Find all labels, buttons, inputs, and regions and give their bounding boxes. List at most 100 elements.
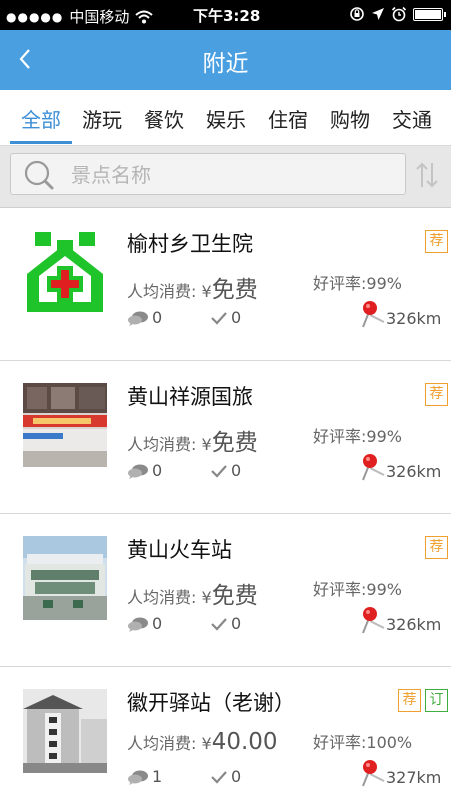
map-pin-icon: [362, 301, 385, 328]
comment-count-value: 0: [152, 308, 163, 327]
tab-play[interactable]: 游玩: [72, 104, 132, 133]
booking-badge: 订: [425, 689, 448, 712]
station-photo: [23, 536, 107, 620]
search-icon: [24, 160, 54, 190]
carrier-label: 中国移动: [69, 8, 130, 26]
location-arrow-icon: [372, 8, 384, 20]
signal-strength-icon: ●●●●●: [6, 9, 64, 24]
wifi-icon: [135, 10, 154, 23]
distance-value: 326km: [386, 615, 442, 634]
tab-lodging[interactable]: 住宿: [258, 104, 318, 133]
checkmark-icon: [211, 617, 227, 631]
currency-symbol: ¥: [201, 734, 212, 753]
price-value: 免费: [211, 583, 258, 609]
distance: 326km: [360, 300, 441, 328]
comment-icon: [128, 464, 148, 479]
price-label: 人均消费:: [127, 435, 197, 454]
distance: 326km: [360, 453, 441, 481]
like-count-value: 0: [231, 614, 242, 633]
alarm-icon: [391, 6, 407, 22]
navigation-bar: 附近: [0, 30, 451, 90]
nearby-list: 榆村乡卫生院 人均消费: ¥免费 好评率:99% 0 0 326km 荐 黄山祥…: [0, 208, 451, 800]
price-label: 人均消费:: [127, 282, 197, 301]
list-item[interactable]: 徽开驿站（老谢） 人均消费: ¥40.00 好评率:100% 1 0 327km…: [0, 667, 451, 800]
recommend-badge: 荐: [398, 689, 421, 712]
avg-price: 人均消费: ¥免费: [127, 576, 258, 610]
list-item[interactable]: 榆村乡卫生院 人均消费: ¥免费 好评率:99% 0 0 326km 荐: [0, 208, 451, 361]
badge-group: 荐: [425, 383, 448, 406]
item-name: 黄山祥源国旅: [127, 385, 253, 409]
recommend-badge: 荐: [425, 536, 448, 559]
map-pin-icon: [362, 454, 385, 481]
rating: 好评率:99%: [313, 427, 402, 446]
recommend-badge: 荐: [425, 383, 448, 406]
tab-entertainment[interactable]: 娱乐: [196, 104, 256, 133]
comment-count[interactable]: 0: [127, 308, 162, 327]
price-value: 免费: [211, 430, 258, 456]
recommend-badge: 荐: [425, 230, 448, 253]
checkmark-icon: [211, 464, 227, 478]
bus-photo: [23, 383, 107, 467]
category-tabs: 全部 游玩 餐饮 娱乐 住宿 购物 交通: [0, 90, 451, 146]
like-count-value: 0: [231, 767, 242, 786]
like-count-value: 0: [231, 461, 242, 480]
rating: 好评率:100%: [313, 733, 413, 752]
distance-value: 326km: [386, 462, 442, 481]
comment-count[interactable]: 1: [127, 767, 162, 786]
search-bar: [0, 146, 451, 208]
search-box[interactable]: [10, 153, 406, 195]
price-label: 人均消费:: [127, 588, 197, 607]
battery-icon: [413, 7, 446, 21]
tab-dining[interactable]: 餐饮: [134, 104, 194, 133]
sort-icon[interactable]: [414, 160, 440, 190]
price-label: 人均消费:: [127, 734, 197, 753]
rotation-lock-icon: [350, 7, 364, 21]
checkmark-icon: [211, 311, 227, 325]
comment-icon: [128, 617, 148, 632]
tab-all[interactable]: 全部: [11, 104, 71, 133]
like-count[interactable]: 0: [210, 767, 241, 786]
map-pin-icon: [362, 760, 385, 787]
hospital-logo: [23, 230, 107, 314]
comment-icon: [128, 770, 148, 785]
item-name: 榆村乡卫生院: [127, 232, 253, 256]
page-title: 附近: [202, 51, 249, 77]
price-value: 40.00: [211, 729, 278, 755]
like-count[interactable]: 0: [210, 461, 241, 480]
currency-symbol: ¥: [201, 588, 212, 607]
active-tab-indicator: [10, 141, 72, 144]
comment-count-value: 0: [152, 614, 163, 633]
rating: 好评率:99%: [313, 580, 402, 599]
item-name: 徽开驿站（老谢）: [127, 691, 295, 715]
avg-price: 人均消费: ¥免费: [127, 423, 258, 457]
distance-value: 326km: [386, 309, 442, 328]
checkmark-icon: [211, 770, 227, 784]
avg-price: 人均消费: ¥免费: [127, 270, 258, 304]
comment-count[interactable]: 0: [127, 461, 162, 480]
comment-count[interactable]: 0: [127, 614, 162, 633]
status-bar: ●●●●● 中国移动 下午3:28: [0, 0, 451, 30]
list-item[interactable]: 黄山祥源国旅 人均消费: ¥免费 好评率:99% 0 0 326km 荐: [0, 361, 451, 514]
map-pin-icon: [362, 607, 385, 634]
like-count-value: 0: [231, 308, 242, 327]
badge-group: 荐: [425, 536, 448, 559]
list-item[interactable]: 黄山火车站 人均消费: ¥免费 好评率:99% 0 0 326km 荐: [0, 514, 451, 667]
status-time: 下午3:28: [193, 7, 261, 25]
like-count[interactable]: 0: [210, 614, 241, 633]
tab-shopping[interactable]: 购物: [320, 104, 380, 133]
badge-group: 荐: [425, 230, 448, 253]
tab-transport[interactable]: 交通: [382, 104, 442, 133]
search-input[interactable]: [71, 160, 391, 190]
rating: 好评率:99%: [313, 274, 402, 293]
comment-icon: [128, 311, 148, 326]
avg-price: 人均消费: ¥40.00: [127, 729, 278, 755]
distance: 326km: [360, 606, 441, 634]
currency-symbol: ¥: [201, 435, 212, 454]
item-name: 黄山火车站: [127, 538, 232, 562]
distance: 327km: [360, 759, 441, 787]
currency-symbol: ¥: [201, 282, 212, 301]
like-count[interactable]: 0: [210, 308, 241, 327]
comment-count-value: 1: [152, 767, 163, 786]
distance-value: 327km: [386, 768, 442, 787]
inn-photo: [23, 689, 107, 773]
